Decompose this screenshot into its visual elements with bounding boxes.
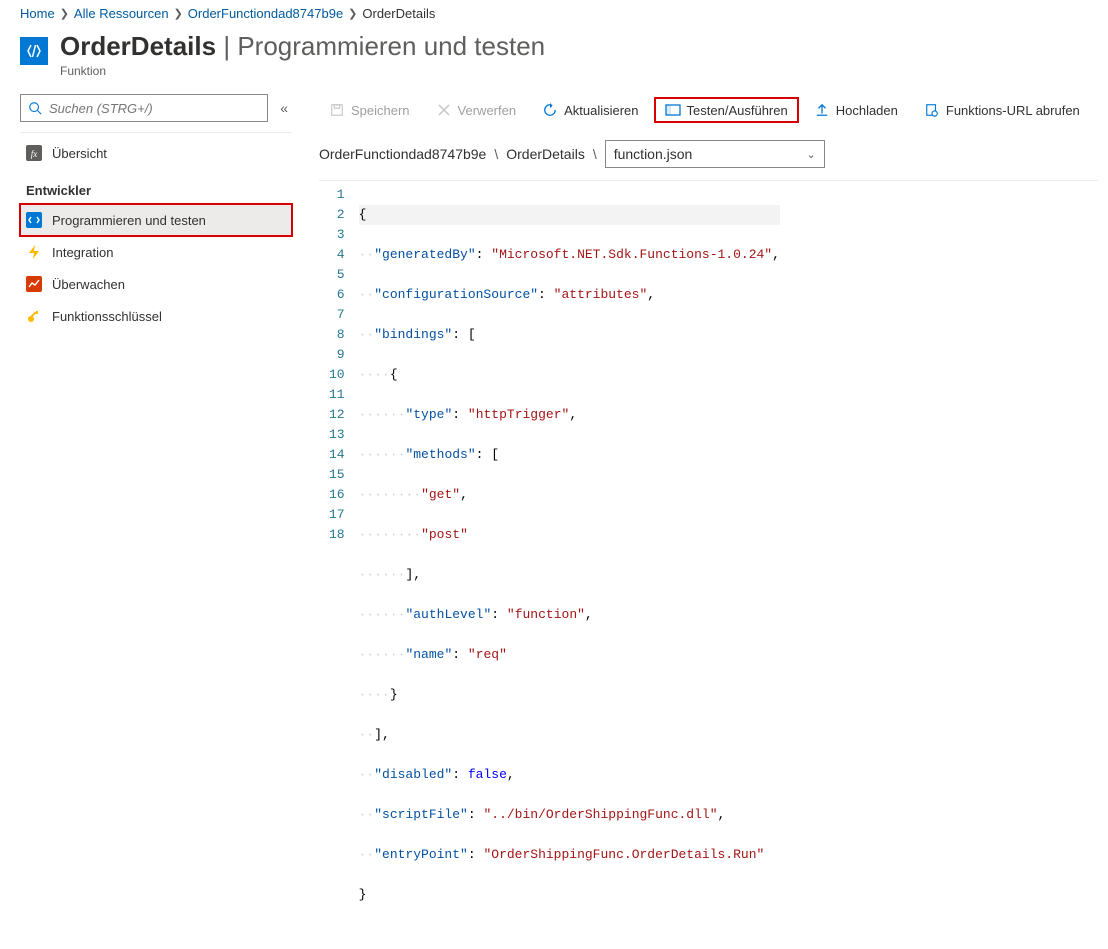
save-icon (329, 102, 345, 118)
upload-button[interactable]: Hochladen (804, 98, 908, 122)
sidebar-item-monitor[interactable]: Überwachen (20, 268, 292, 300)
code-body[interactable]: { ··"generatedBy": "Microsoft.NET.Sdk.Fu… (359, 181, 780, 949)
path-app: OrderFunctiondad8747b9e (319, 146, 486, 162)
page-title-row: OrderDetails | Programmieren und testen … (0, 27, 1108, 80)
chevron-right-icon: ❯ (348, 7, 357, 20)
search-icon (27, 100, 43, 116)
sidebar-item-overview[interactable]: fx Übersicht (20, 137, 292, 169)
test-run-button[interactable]: Testen/Ausführen (655, 98, 798, 122)
sidebar: « fx Übersicht Entwickler Programmieren … (0, 94, 300, 949)
sidebar-item-label: Überwachen (52, 277, 125, 292)
chevron-right-icon: ❯ (174, 7, 183, 20)
discard-button[interactable]: Verwerfen (426, 98, 527, 122)
svg-text:fx: fx (31, 149, 38, 159)
path-function: OrderDetails (506, 146, 585, 162)
close-icon (436, 102, 452, 118)
file-path-row: OrderFunctiondad8747b9e \ OrderDetails \… (319, 126, 1098, 174)
file-select-dropdown[interactable]: function.json ⌄ (605, 140, 825, 168)
refresh-icon (542, 102, 558, 118)
get-function-url-button[interactable]: Funktions-URL abrufen (914, 98, 1090, 122)
chevron-down-icon: ⌄ (807, 148, 816, 161)
key-icon (26, 308, 42, 324)
lightning-icon (26, 244, 42, 260)
sidebar-item-keys[interactable]: Funktionsschlüssel (20, 300, 292, 332)
toolbar: Speichern Verwerfen Aktualisieren Testen… (319, 94, 1098, 126)
collapse-sidebar-button[interactable]: « (276, 98, 292, 118)
chevron-right-icon: ❯ (60, 7, 69, 20)
search-input[interactable] (49, 101, 261, 116)
refresh-button[interactable]: Aktualisieren (532, 98, 648, 122)
monitor-icon (26, 276, 42, 292)
code-editor[interactable]: 123456789101112131415161718 { ··"generat… (319, 180, 1098, 949)
sidebar-group-developer: Entwickler (20, 169, 292, 204)
function-fx-icon: fx (26, 145, 42, 161)
sidebar-item-integration[interactable]: Integration (20, 236, 292, 268)
sidebar-item-code-test[interactable]: Programmieren und testen (20, 204, 292, 236)
crumb-current: OrderDetails (362, 6, 435, 21)
crumb-home[interactable]: Home (20, 6, 55, 21)
file-select-value: function.json (614, 146, 693, 162)
link-file-icon (924, 102, 940, 118)
sidebar-item-label: Übersicht (52, 146, 107, 161)
function-icon (20, 37, 48, 65)
upload-icon (814, 102, 830, 118)
line-gutter: 123456789101112131415161718 (319, 181, 359, 949)
save-button[interactable]: Speichern (319, 98, 420, 122)
crumb-all-resources[interactable]: Alle Ressourcen (74, 6, 169, 21)
code-icon (26, 212, 42, 228)
breadcrumb: Home ❯ Alle Ressourcen ❯ OrderFunctionda… (0, 0, 1108, 27)
main-panel: Speichern Verwerfen Aktualisieren Testen… (300, 94, 1108, 949)
search-box[interactable] (20, 94, 268, 122)
sidebar-item-label: Funktionsschlüssel (52, 309, 162, 324)
page-title: OrderDetails | Programmieren und testen (60, 31, 545, 62)
play-window-icon (665, 102, 681, 118)
page-subtitle: Funktion (60, 64, 545, 78)
sidebar-item-label: Programmieren und testen (52, 213, 206, 228)
sidebar-item-label: Integration (52, 245, 113, 260)
crumb-function-app[interactable]: OrderFunctiondad8747b9e (188, 6, 343, 21)
